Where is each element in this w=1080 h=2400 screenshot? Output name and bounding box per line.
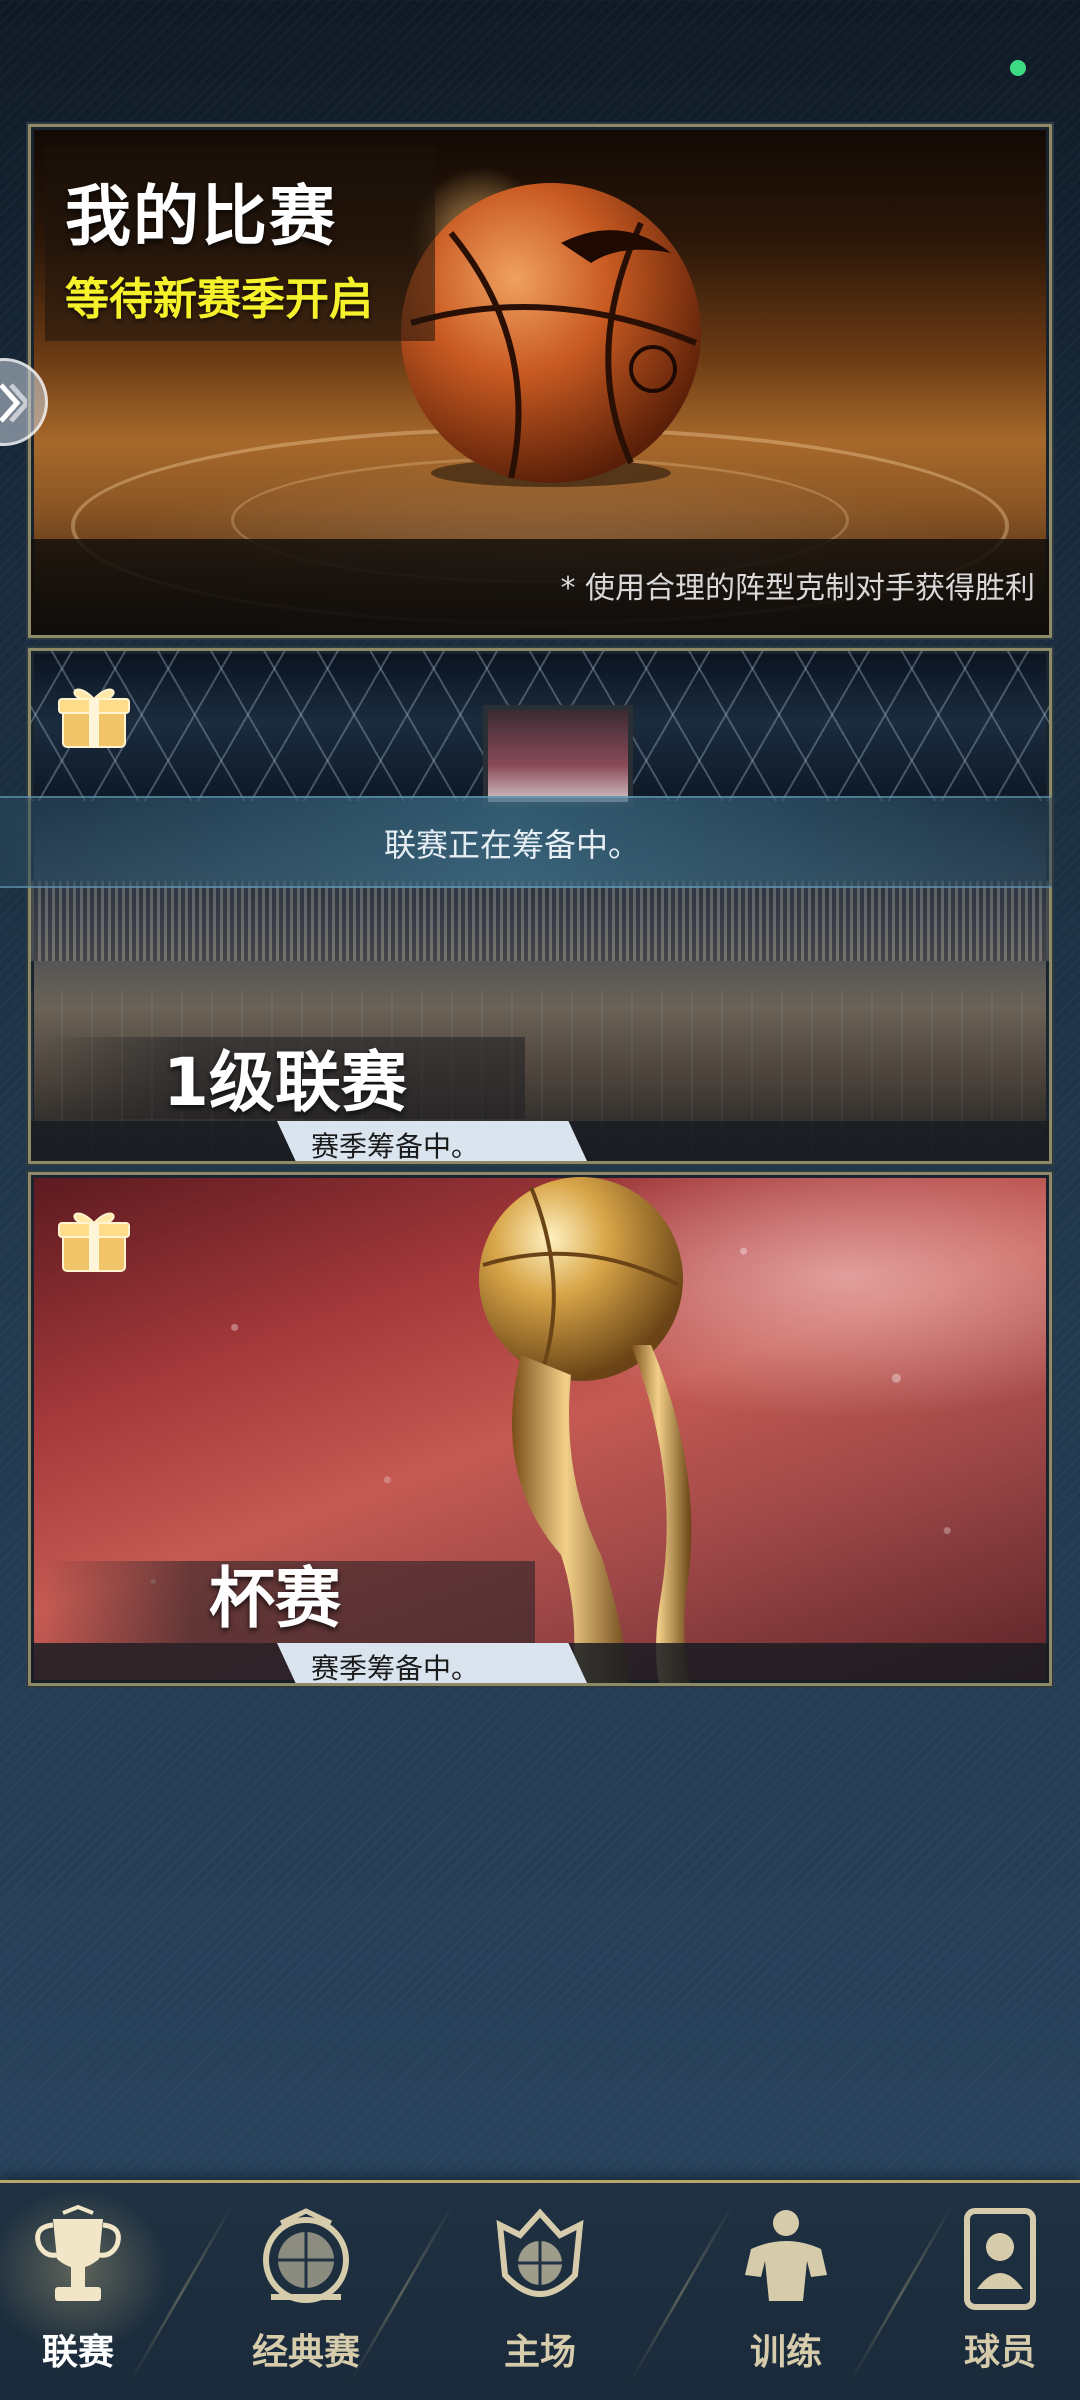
double-chevron-right-icon bbox=[0, 383, 27, 423]
my-match-title: 我的比赛 bbox=[65, 178, 337, 255]
nav-tab-training[interactable]: 训练 bbox=[686, 2183, 886, 2400]
nav-label: 经典赛 bbox=[251, 2332, 360, 2373]
nav-label: 训练 bbox=[749, 2332, 822, 2373]
bottom-navigation: 联赛 经典赛 主场 训练 球员 bbox=[0, 2180, 1080, 2400]
cup-title: 杯赛 bbox=[209, 1560, 341, 1637]
cup-season-status-badge: 赛季筹备中。 bbox=[277, 1643, 587, 1683]
cup-card[interactable]: 杯赛 赛季筹备中。 bbox=[28, 1172, 1052, 1686]
gift-icon[interactable] bbox=[57, 677, 131, 751]
training-player-icon bbox=[745, 2210, 827, 2301]
gift-icon[interactable] bbox=[57, 1201, 131, 1275]
nav-tab-league[interactable]: 联赛 bbox=[0, 2183, 178, 2400]
strategy-hint: * 使用合理的阵型克制对手获得胜利 bbox=[560, 571, 1035, 606]
my-match-subtitle: 等待新赛季开启 bbox=[65, 274, 373, 325]
my-match-card[interactable]: 我的比赛 等待新赛季开启 * 使用合理的阵型克制对手获得胜利 bbox=[28, 124, 1052, 638]
nav-label: 主场 bbox=[503, 2332, 576, 2373]
home-court-crest-icon bbox=[496, 2208, 584, 2297]
player-card-icon bbox=[964, 2208, 1036, 2310]
nav-tab-home-court[interactable]: 主场 bbox=[440, 2183, 640, 2400]
arena-screen-image bbox=[483, 705, 633, 807]
league-status-banner: 联赛正在筹备中。 bbox=[0, 796, 1052, 888]
nav-label: 球员 bbox=[963, 2332, 1036, 2373]
league-card[interactable]: 1级联赛 赛季筹备中。 bbox=[28, 648, 1052, 1164]
nav-label: 联赛 bbox=[41, 2332, 114, 2373]
nav-tab-players[interactable]: 球员 bbox=[900, 2183, 1080, 2400]
league-title: 1级联赛 bbox=[163, 1044, 407, 1121]
nav-tab-classic[interactable]: 经典赛 bbox=[206, 2183, 406, 2400]
league-season-status: 赛季筹备中。 bbox=[311, 1130, 480, 1163]
status-indicator-dot bbox=[1010, 60, 1026, 76]
league-season-status-badge: 赛季筹备中。 bbox=[277, 1121, 587, 1161]
classic-badge-icon bbox=[263, 2208, 349, 2303]
arena-crowd bbox=[31, 881, 1049, 961]
cup-season-status: 赛季筹备中。 bbox=[311, 1652, 480, 1685]
basketball-image bbox=[401, 183, 701, 487]
trophy-icon bbox=[35, 2205, 121, 2301]
league-status-text: 联赛正在筹备中。 bbox=[383, 826, 640, 864]
